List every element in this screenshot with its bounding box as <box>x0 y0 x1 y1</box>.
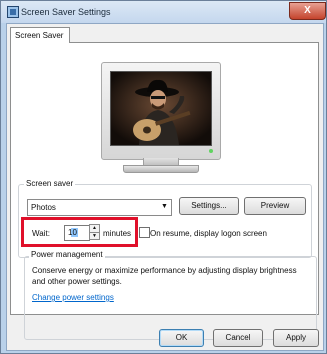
preview-photo <box>111 72 211 145</box>
monitor-preview <box>101 62 221 160</box>
power-led <box>209 149 213 153</box>
wait-highlight-box <box>21 217 138 247</box>
close-button[interactable]: X <box>289 2 326 20</box>
screen-saver-group-label: Screen saver <box>24 179 76 188</box>
resume-logon-label[interactable]: On resume, display logon screen <box>150 229 267 238</box>
screen-saver-selected: Photos <box>31 203 56 212</box>
preview-button[interactable]: Preview <box>244 197 306 215</box>
monitor-base <box>123 165 199 173</box>
resume-logon-checkbox[interactable] <box>139 227 150 238</box>
window-title: Screen Saver Settings <box>21 7 111 17</box>
settings-button[interactable]: Settings... <box>179 197 239 215</box>
cancel-button[interactable]: Cancel <box>213 329 263 347</box>
screen-saver-dropdown[interactable]: Photos ▼ <box>27 199 172 216</box>
screen-saver-window: Screen Saver Settings X Screen Saver Scr… <box>0 0 327 354</box>
tab-screen-saver[interactable]: Screen Saver <box>10 27 70 43</box>
power-management-label: Power management <box>29 250 105 259</box>
power-description: Conserve energy or maximize performance … <box>32 266 297 286</box>
apply-button[interactable]: Apply <box>273 329 319 347</box>
title-bar[interactable]: Screen Saver Settings X <box>1 1 326 23</box>
preview-screen <box>110 71 212 146</box>
change-power-settings-link[interactable]: Change power settings <box>32 293 114 302</box>
window-icon <box>7 6 19 18</box>
ok-button[interactable]: OK <box>159 329 204 347</box>
chevron-down-icon: ▼ <box>161 203 168 210</box>
tab-label: Screen Saver <box>15 31 64 40</box>
dialog-client-area: Screen Saver Screen saver Photos ▼ Setti… <box>6 23 324 351</box>
